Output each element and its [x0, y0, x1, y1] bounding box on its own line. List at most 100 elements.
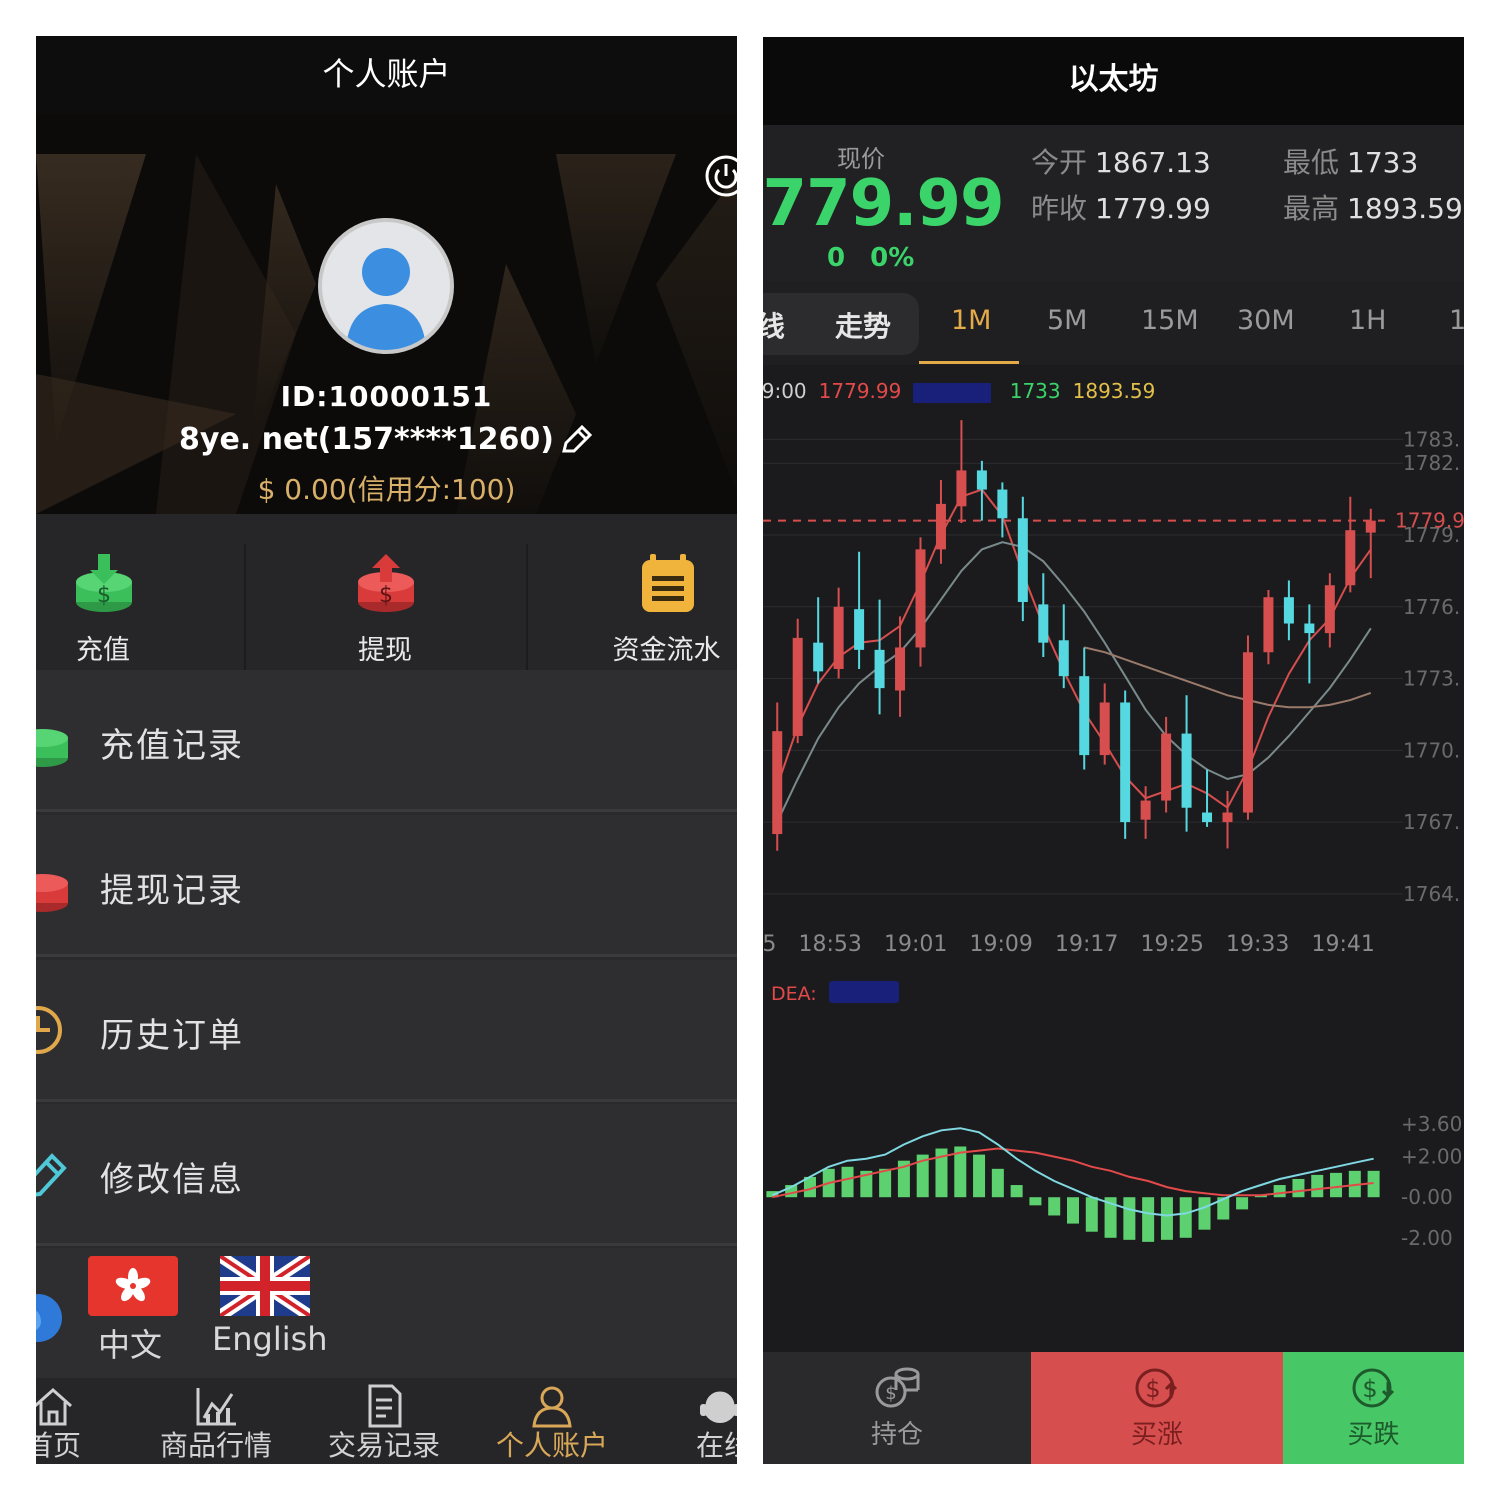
x-tick-label: 18:53 — [799, 932, 862, 957]
positions-button[interactable]: $ 持仓 — [763, 1352, 1031, 1464]
y-tick-label: 1764. — [1403, 882, 1460, 906]
language-label: English — [212, 1320, 328, 1358]
menu-item-edit-info[interactable]: 修改信息 — [36, 1104, 737, 1246]
avatar[interactable] — [318, 218, 454, 354]
stat-label: 最低 — [1283, 146, 1340, 179]
divider — [244, 544, 246, 684]
candle-body — [874, 649, 885, 689]
withdraw-record-icon — [36, 874, 68, 912]
menu-item-label: 历史订单 — [100, 1016, 244, 1056]
home-icon — [36, 1387, 72, 1426]
period-15m[interactable]: 15M — [1141, 305, 1199, 336]
uk-flag-icon — [220, 1256, 310, 1316]
candle-body — [895, 647, 906, 691]
tab-trend[interactable]: 走势 — [835, 305, 891, 345]
period-1d[interactable]: 1D — [1449, 305, 1464, 336]
tab-label: 首页 — [36, 1429, 81, 1462]
globe-icon — [36, 1294, 62, 1342]
tab-label: 在线客服 — [696, 1429, 737, 1462]
menu-item-history-orders[interactable]: 历史订单 — [36, 960, 737, 1102]
period-30m[interactable]: 30M — [1237, 305, 1295, 336]
candle-body — [956, 470, 967, 507]
svg-text:$: $ — [379, 583, 393, 608]
pencil-edit-icon[interactable] — [558, 424, 594, 457]
y-tick-label: 1770. — [1403, 738, 1460, 762]
stat-value: 1779.99 — [1095, 192, 1211, 225]
last-price-label: 1779.9 — [1395, 509, 1464, 533]
tab-trade-records[interactable]: 交易记录 — [320, 1378, 448, 1464]
clock-icon — [36, 1006, 62, 1054]
svg-text:$: $ — [1362, 1375, 1377, 1403]
y-tick-label: 1782. — [1403, 451, 1460, 475]
macd-histogram-bar — [1010, 1185, 1023, 1198]
x-tick-label: 18:45 — [763, 932, 776, 957]
candle-body — [976, 470, 987, 490]
tab-market[interactable]: 商品行情 — [152, 1378, 280, 1464]
candle-body — [1242, 652, 1253, 813]
chart-area[interactable]: 19:001779.99 17331893.59 1783.1782.1779.… — [763, 365, 1464, 1352]
buy-down-button[interactable]: $ 买跌 — [1283, 1352, 1464, 1464]
macd-histogram-bar — [1179, 1197, 1192, 1238]
chart-icon — [196, 1388, 236, 1426]
logout-power-icon[interactable] — [704, 154, 737, 198]
menu-item-label: 修改信息 — [100, 1160, 244, 1200]
tab-home[interactable]: 首页 — [36, 1378, 106, 1464]
macd-histogram-bar — [991, 1168, 1004, 1198]
user-icon — [532, 1386, 572, 1428]
candle-body — [1038, 604, 1049, 643]
y-tick-label: 1783. — [1403, 427, 1460, 451]
macd-histogram-bar — [1198, 1197, 1211, 1230]
buy-up-button[interactable]: $ 买涨 — [1031, 1352, 1283, 1464]
menu-item-deposit-record[interactable]: 充值记录 — [36, 670, 737, 812]
menu-item-withdraw-record[interactable]: 提现记录 — [36, 815, 737, 957]
candle-body — [1222, 812, 1233, 823]
tab-account[interactable]: 个人账户 — [488, 1378, 616, 1464]
y-tick-label: +2.00 — [1401, 1145, 1462, 1169]
macd-histogram-bar — [879, 1168, 892, 1198]
candle-body — [1161, 733, 1172, 801]
deposit-icon: $ — [76, 554, 132, 612]
dollar-up-icon: $ — [1135, 1368, 1178, 1408]
page-title: 以太坊 — [763, 37, 1464, 125]
macd-histogram-bar — [1085, 1197, 1098, 1232]
period-selector: K线 走势 1M 5M 15M 30M 1H 1D — [763, 281, 1464, 365]
tab-support[interactable]: 在线客服 — [656, 1378, 737, 1464]
candle-body — [997, 489, 1008, 519]
page-title: 个人账户 — [36, 36, 737, 114]
macd-histogram-bar — [1292, 1178, 1305, 1198]
x-tick-label: 19:41 — [1312, 932, 1375, 957]
high-stat: 最高 1893.59 — [1283, 187, 1463, 227]
tab-label: 商品行情 — [159, 1429, 272, 1462]
macd-histogram-bar — [1048, 1197, 1061, 1216]
y-tick-label: +3.60 — [1401, 1112, 1462, 1136]
dollar-down-icon: $ — [1352, 1368, 1394, 1408]
candle-body — [935, 503, 946, 550]
macd-histogram-bar — [973, 1154, 986, 1198]
candle-body — [813, 642, 824, 672]
candle-body — [1099, 702, 1110, 756]
tab-kline[interactable]: K线 — [763, 305, 785, 345]
period-5m[interactable]: 5M — [1047, 305, 1087, 336]
candle-body — [1120, 702, 1131, 823]
macd-histogram-bar — [1123, 1197, 1136, 1240]
macd-chart: +3.60 +2.00 -0.00 -2.00 — [766, 1112, 1462, 1250]
y-tick-label: 1776. — [1403, 595, 1460, 619]
macd-histogram-bar — [1330, 1172, 1343, 1198]
tab-label: 交易记录 — [327, 1429, 440, 1462]
user-name-row: 8ye. net(157****1260) — [36, 422, 737, 457]
candle-body — [772, 731, 783, 835]
macd-histogram-bar — [1029, 1197, 1042, 1206]
macd-histogram-bar — [1160, 1197, 1173, 1240]
period-1h[interactable]: 1H — [1349, 305, 1386, 336]
period-1m[interactable]: 1M — [951, 305, 991, 336]
pencil-icon — [36, 1153, 67, 1197]
moving-average-line — [776, 541, 1372, 823]
macd-histogram-bar — [841, 1166, 854, 1198]
moving-average-line — [776, 488, 1372, 810]
candle-body — [1202, 812, 1213, 823]
candle-body — [1283, 597, 1294, 624]
deposit-record-icon — [36, 729, 68, 767]
hong-kong-flag-icon — [88, 1256, 178, 1316]
menu-item-label: 提现记录 — [100, 871, 244, 911]
divider — [526, 544, 528, 684]
